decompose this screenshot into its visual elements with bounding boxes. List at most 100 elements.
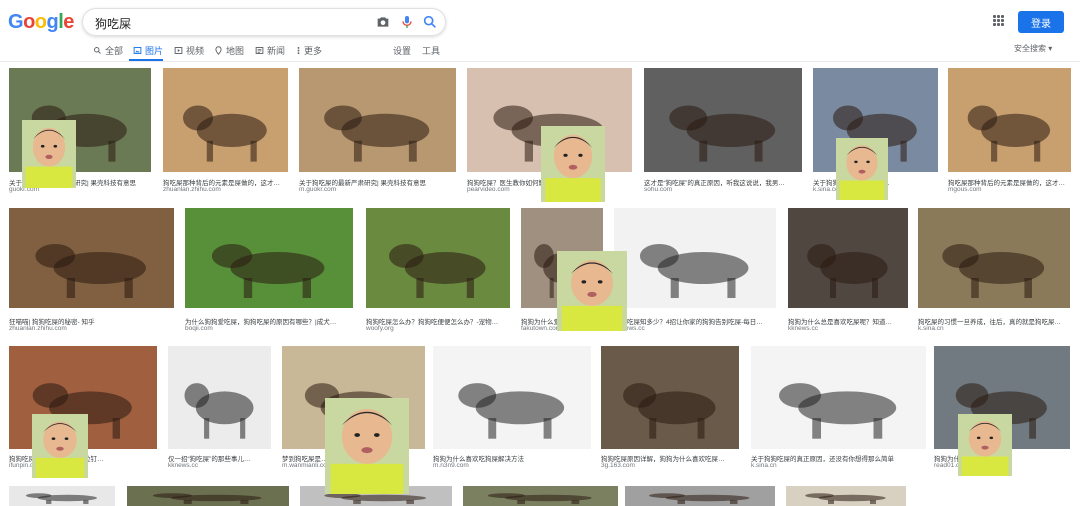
result-thumbnail[interactable]	[751, 346, 926, 449]
tab-settings[interactable]: 设置	[393, 42, 411, 58]
apps-grid-icon[interactable]	[993, 15, 1005, 27]
tab-label: 设置	[393, 45, 412, 56]
dog-silhouette-icon	[487, 493, 592, 504]
dog-silhouette-icon	[639, 244, 749, 298]
result-source: m.news.cc	[614, 325, 645, 332]
tab-label: 新闻	[267, 45, 286, 56]
result-source: zhuanlan.zhihu.com	[9, 325, 67, 332]
tab-videos[interactable]: 视频	[174, 42, 204, 58]
result-thumbnail[interactable]	[788, 208, 908, 308]
result-thumbnail[interactable]	[463, 486, 618, 506]
dog-silhouette-icon	[649, 493, 750, 504]
result-source: mgous.com	[948, 186, 982, 193]
dog-silhouette-icon	[25, 493, 97, 504]
dog-silhouette-icon	[942, 244, 1045, 298]
news-icon	[255, 46, 264, 54]
result-thumbnail[interactable]	[918, 208, 1070, 308]
dog-silhouette-icon	[184, 383, 254, 439]
tab-label: 工具	[422, 45, 441, 56]
image-icon	[133, 46, 142, 54]
search-box[interactable]: 狗吃屎	[82, 8, 446, 36]
search-icon	[94, 46, 101, 54]
meme-sticker-image	[325, 398, 409, 494]
dog-silhouette-icon	[183, 105, 267, 162]
dog-silhouette-icon	[35, 244, 146, 298]
result-thumbnail[interactable]	[786, 486, 906, 506]
result-thumbnail[interactable]	[9, 208, 174, 308]
meme-sticker-image	[958, 414, 1012, 476]
result-thumbnail[interactable]	[127, 486, 289, 506]
dog-silhouette-icon	[389, 244, 486, 298]
result-thumbnail[interactable]	[168, 346, 271, 449]
baby-face-icon	[836, 138, 888, 200]
result-thumbnail[interactable]	[948, 68, 1071, 172]
tab-news[interactable]: 新闻	[255, 42, 285, 58]
search-input[interactable]: 狗吃屎	[95, 15, 131, 32]
baby-face-icon	[541, 126, 605, 202]
tab-label: 地图	[226, 45, 245, 56]
result-thumbnail[interactable]	[299, 68, 456, 172]
result-thumbnail[interactable]	[601, 346, 739, 449]
result-source: zhuanlan.zhihu.com	[163, 186, 221, 193]
result-source: kknews.cc	[788, 325, 818, 332]
tab-label: 视频	[186, 45, 205, 56]
result-source: m.guokr.com	[299, 186, 337, 193]
result-thumbnail[interactable]	[185, 208, 353, 308]
map-pin-icon	[215, 45, 222, 55]
microphone-icon[interactable]	[399, 14, 415, 30]
tab-more[interactable]: 更多	[296, 42, 322, 58]
baby-face-icon	[958, 414, 1012, 476]
tab-tools[interactable]: 工具	[422, 42, 440, 58]
baby-face-icon	[325, 398, 409, 494]
result-thumbnail[interactable]	[433, 346, 591, 449]
google-logo[interactable]: Google	[8, 11, 74, 34]
result-source: woofy.org	[366, 325, 394, 332]
baby-face-icon	[557, 251, 627, 331]
result-thumbnail[interactable]	[9, 486, 115, 506]
dog-silhouette-icon	[324, 105, 430, 162]
tab-all[interactable]: 全部	[93, 42, 123, 58]
baby-face-icon	[22, 120, 76, 188]
result-source: m.n3n9.com	[433, 462, 469, 469]
result-thumbnail[interactable]	[614, 208, 776, 308]
logo-letter: e	[63, 11, 74, 33]
result-thumbnail[interactable]	[644, 68, 802, 172]
result-source: k.sina.cn	[751, 462, 777, 469]
result-source: boqii.com	[185, 325, 213, 332]
tab-label: 全部	[105, 45, 124, 56]
dog-silhouette-icon	[779, 383, 897, 439]
search-icon[interactable]	[422, 14, 438, 30]
meme-sticker-image	[32, 414, 88, 478]
safesearch-label: 安全搜索	[1014, 44, 1046, 53]
result-thumbnail[interactable]	[366, 208, 510, 308]
meme-sticker-image	[836, 138, 888, 200]
result-source: sohu.com	[644, 186, 673, 193]
dog-silhouette-icon	[458, 383, 565, 439]
dog-silhouette-icon	[967, 105, 1051, 162]
result-source: k.sina.cn	[918, 325, 944, 332]
tab-images[interactable]: 图片	[133, 42, 163, 58]
meme-sticker-image	[22, 120, 76, 188]
meme-sticker-image	[557, 251, 627, 331]
logo-letter: o	[23, 11, 35, 33]
logo-letter: g	[46, 11, 59, 33]
logo-letter: o	[34, 11, 47, 33]
tab-maps[interactable]: 地图	[214, 42, 244, 58]
signin-button[interactable]: 登录	[1018, 11, 1064, 33]
camera-icon[interactable]	[375, 14, 391, 30]
more-vert-icon	[297, 46, 300, 54]
header-divider	[0, 61, 1080, 62]
result-thumbnail[interactable]	[163, 68, 288, 172]
safesearch-dropdown[interactable]: 安全搜索 ▾	[1014, 43, 1052, 54]
tab-label: 图片	[145, 45, 164, 56]
dog-silhouette-icon	[805, 493, 886, 504]
result-source: kknews.cc	[168, 462, 198, 469]
dog-silhouette-icon	[669, 105, 776, 162]
dog-silhouette-icon	[623, 383, 716, 439]
dog-silhouette-icon	[211, 244, 325, 298]
dog-silhouette-icon	[807, 244, 888, 298]
baby-face-icon	[32, 414, 88, 478]
dog-silhouette-icon	[152, 493, 262, 504]
video-icon	[174, 46, 183, 54]
result-thumbnail[interactable]	[625, 486, 775, 506]
